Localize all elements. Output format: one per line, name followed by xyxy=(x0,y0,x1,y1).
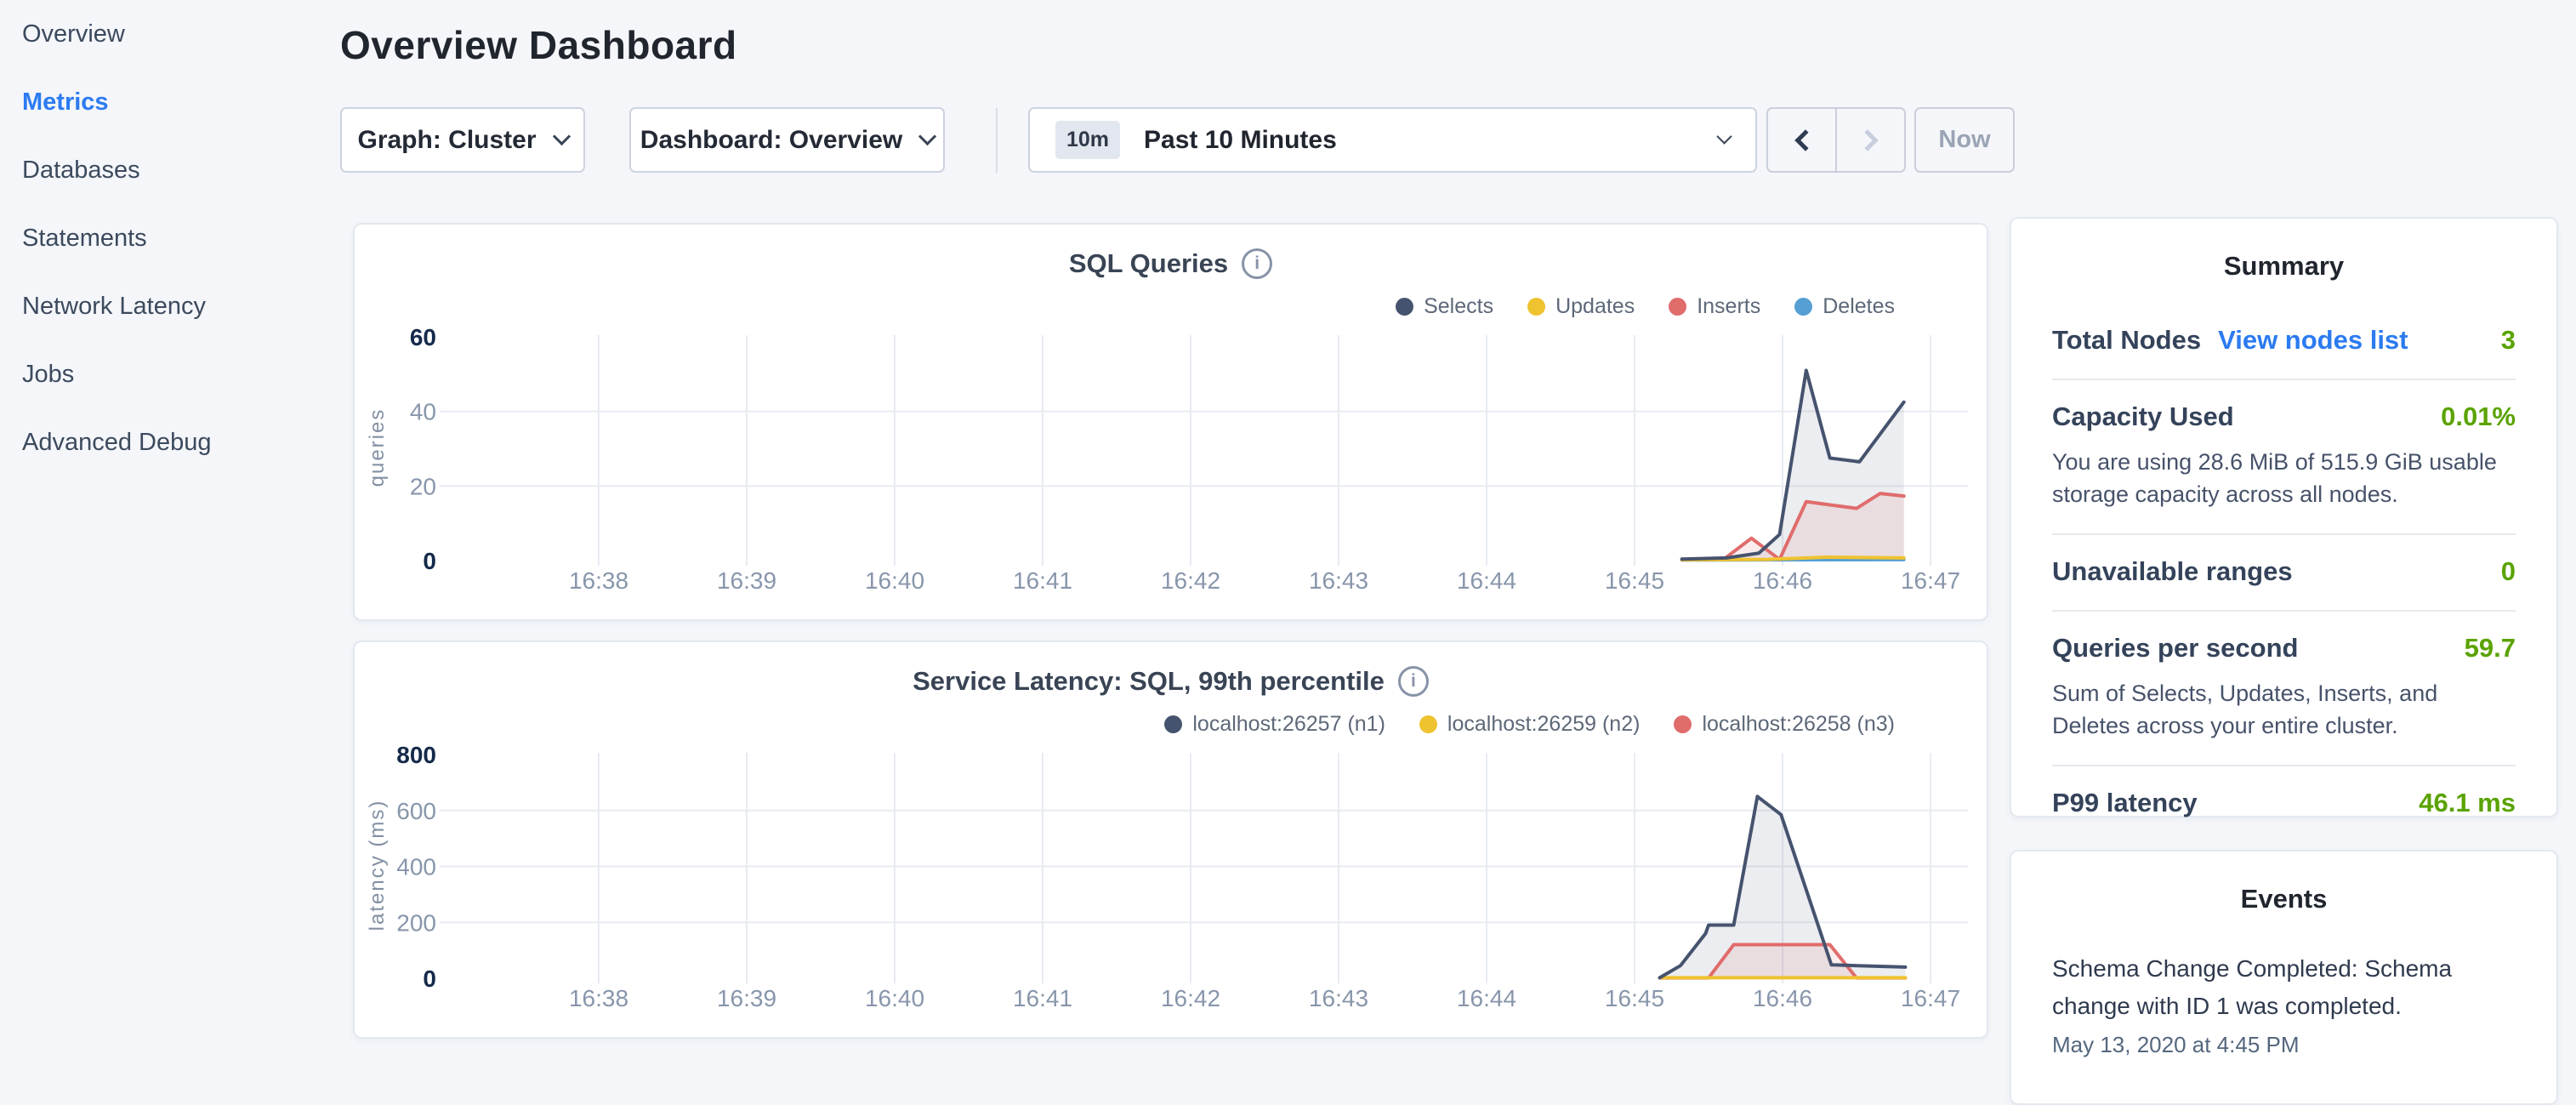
next-time-button[interactable] xyxy=(1835,109,1904,171)
summary-row-value: 0 xyxy=(2501,556,2516,587)
dashboard-dropdown[interactable]: Dashboard: Overview xyxy=(629,107,945,173)
svg-text:16:43: 16:43 xyxy=(1309,567,1368,594)
summary-row: Queries per second 59.7 Sum of Selects, … xyxy=(2052,610,2516,765)
prev-time-button[interactable] xyxy=(1768,109,1835,171)
svg-text:800: 800 xyxy=(396,742,436,768)
service-latency-chart-card: Service Latency: SQL, 99th percentile i … xyxy=(353,641,1988,1039)
summary-row-label: Capacity Used xyxy=(2052,402,2234,432)
chevron-down-icon xyxy=(552,127,570,145)
svg-text:latency (ms): latency (ms) xyxy=(366,800,389,931)
summary-row-label: Total Nodes xyxy=(2052,325,2201,356)
svg-text:16:46: 16:46 xyxy=(1753,567,1812,594)
summary-panel: Summary Total Nodes View nodes list 3 Ca… xyxy=(2010,217,2558,817)
dashboard-dropdown-label: Dashboard: Overview xyxy=(640,126,902,155)
svg-text:20: 20 xyxy=(410,473,436,499)
sidebar-item-metrics[interactable]: Metrics xyxy=(0,68,340,136)
graph-dropdown-label: Graph: Cluster xyxy=(357,126,536,155)
summary-row-link[interactable]: View nodes list xyxy=(2218,325,2408,356)
summary-row-value: 0.01% xyxy=(2441,402,2516,432)
time-range-selector[interactable]: 10m Past 10 Minutes xyxy=(1028,107,1757,173)
event-text: Schema Change Completed: Schema change w… xyxy=(2052,950,2516,1025)
chevron-down-icon xyxy=(918,127,936,145)
svg-text:queries: queries xyxy=(366,408,389,487)
summary-row: P99 latency 46.1 ms xyxy=(2052,765,2516,841)
svg-text:0: 0 xyxy=(423,548,436,574)
service-latency-chart: 0 200 400 600 800 16:38 16:39 16:40 16:41 16:42 16… xyxy=(355,642,1990,1040)
summary-row-label: Unavailable ranges xyxy=(2052,556,2293,587)
svg-text:16:38: 16:38 xyxy=(569,567,628,594)
summary-row-value: 59.7 xyxy=(2465,633,2516,664)
controls-divider xyxy=(996,108,998,173)
sidebar-item-statements[interactable]: Statements xyxy=(0,204,340,272)
svg-text:16:44: 16:44 xyxy=(1457,985,1516,1011)
sidebar-item-overview[interactable]: Overview xyxy=(0,0,340,68)
svg-text:16:47: 16:47 xyxy=(1901,567,1960,594)
svg-text:0: 0 xyxy=(423,965,436,992)
svg-text:16:47: 16:47 xyxy=(1901,985,1960,1011)
sidebar: OverviewMetricsDatabasesStatementsNetwor… xyxy=(0,0,340,476)
sidebar-item-network-latency[interactable]: Network Latency xyxy=(0,272,340,340)
svg-text:600: 600 xyxy=(396,798,436,824)
time-range-label: Past 10 Minutes xyxy=(1144,126,1337,155)
svg-text:16:45: 16:45 xyxy=(1605,985,1664,1011)
svg-text:16:41: 16:41 xyxy=(1013,567,1072,594)
svg-text:16:39: 16:39 xyxy=(717,985,776,1011)
time-step-buttons xyxy=(1766,107,1906,173)
time-range-badge: 10m xyxy=(1055,121,1120,159)
svg-text:16:46: 16:46 xyxy=(1753,985,1812,1011)
summary-row-label: Queries per second xyxy=(2052,633,2298,664)
summary-row: Capacity Used 0.01% You are using 28.6 M… xyxy=(2052,379,2516,533)
chevron-left-icon xyxy=(1794,129,1816,151)
now-button-label: Now xyxy=(1938,126,1990,154)
chevron-down-icon xyxy=(1716,128,1732,144)
svg-text:16:40: 16:40 xyxy=(865,985,924,1011)
summary-row: Total Nodes View nodes list 3 xyxy=(2052,304,2516,379)
events-title: Events xyxy=(2052,884,2516,914)
sql-queries-chart-card: SQL Queries i Selects Updates Inserts De… xyxy=(353,223,1988,621)
svg-text:40: 40 xyxy=(410,399,436,425)
svg-text:60: 60 xyxy=(410,324,436,350)
svg-text:16:38: 16:38 xyxy=(569,985,628,1011)
svg-text:16:42: 16:42 xyxy=(1161,985,1220,1011)
summary-row: Unavailable ranges 0 xyxy=(2052,533,2516,610)
now-button[interactable]: Now xyxy=(1914,107,2015,173)
summary-title: Summary xyxy=(2052,251,2516,282)
events-panel: Events Schema Change Completed: Schema c… xyxy=(2010,850,2558,1105)
page-title: Overview Dashboard xyxy=(340,22,737,68)
svg-text:200: 200 xyxy=(396,909,436,936)
summary-row-value: 46.1 ms xyxy=(2419,788,2516,818)
sidebar-item-jobs[interactable]: Jobs xyxy=(0,340,340,408)
summary-row-value: 3 xyxy=(2501,325,2516,356)
svg-text:16:44: 16:44 xyxy=(1457,567,1516,594)
graph-dropdown[interactable]: Graph: Cluster xyxy=(340,107,585,173)
summary-row-description: You are using 28.6 MiB of 515.9 GiB usab… xyxy=(2052,446,2516,510)
sql-queries-chart: 0 20 40 60 16:38 16:39 16:40 16:41 16:42 16:43 16:… xyxy=(355,225,1990,623)
svg-text:16:39: 16:39 xyxy=(717,567,776,594)
svg-text:400: 400 xyxy=(396,854,436,880)
svg-text:16:43: 16:43 xyxy=(1309,985,1368,1011)
event-timestamp: May 13, 2020 at 4:45 PM xyxy=(2052,1032,2516,1058)
svg-text:16:41: 16:41 xyxy=(1013,985,1072,1011)
svg-text:16:40: 16:40 xyxy=(865,567,924,594)
sidebar-item-databases[interactable]: Databases xyxy=(0,136,340,204)
sidebar-item-advanced-debug[interactable]: Advanced Debug xyxy=(0,408,340,476)
summary-row-label: P99 latency xyxy=(2052,788,2198,818)
summary-row-description: Sum of Selects, Updates, Inserts, and De… xyxy=(2052,677,2516,742)
svg-text:16:42: 16:42 xyxy=(1161,567,1220,594)
svg-text:16:45: 16:45 xyxy=(1605,567,1664,594)
chevron-right-icon xyxy=(1857,129,1878,151)
